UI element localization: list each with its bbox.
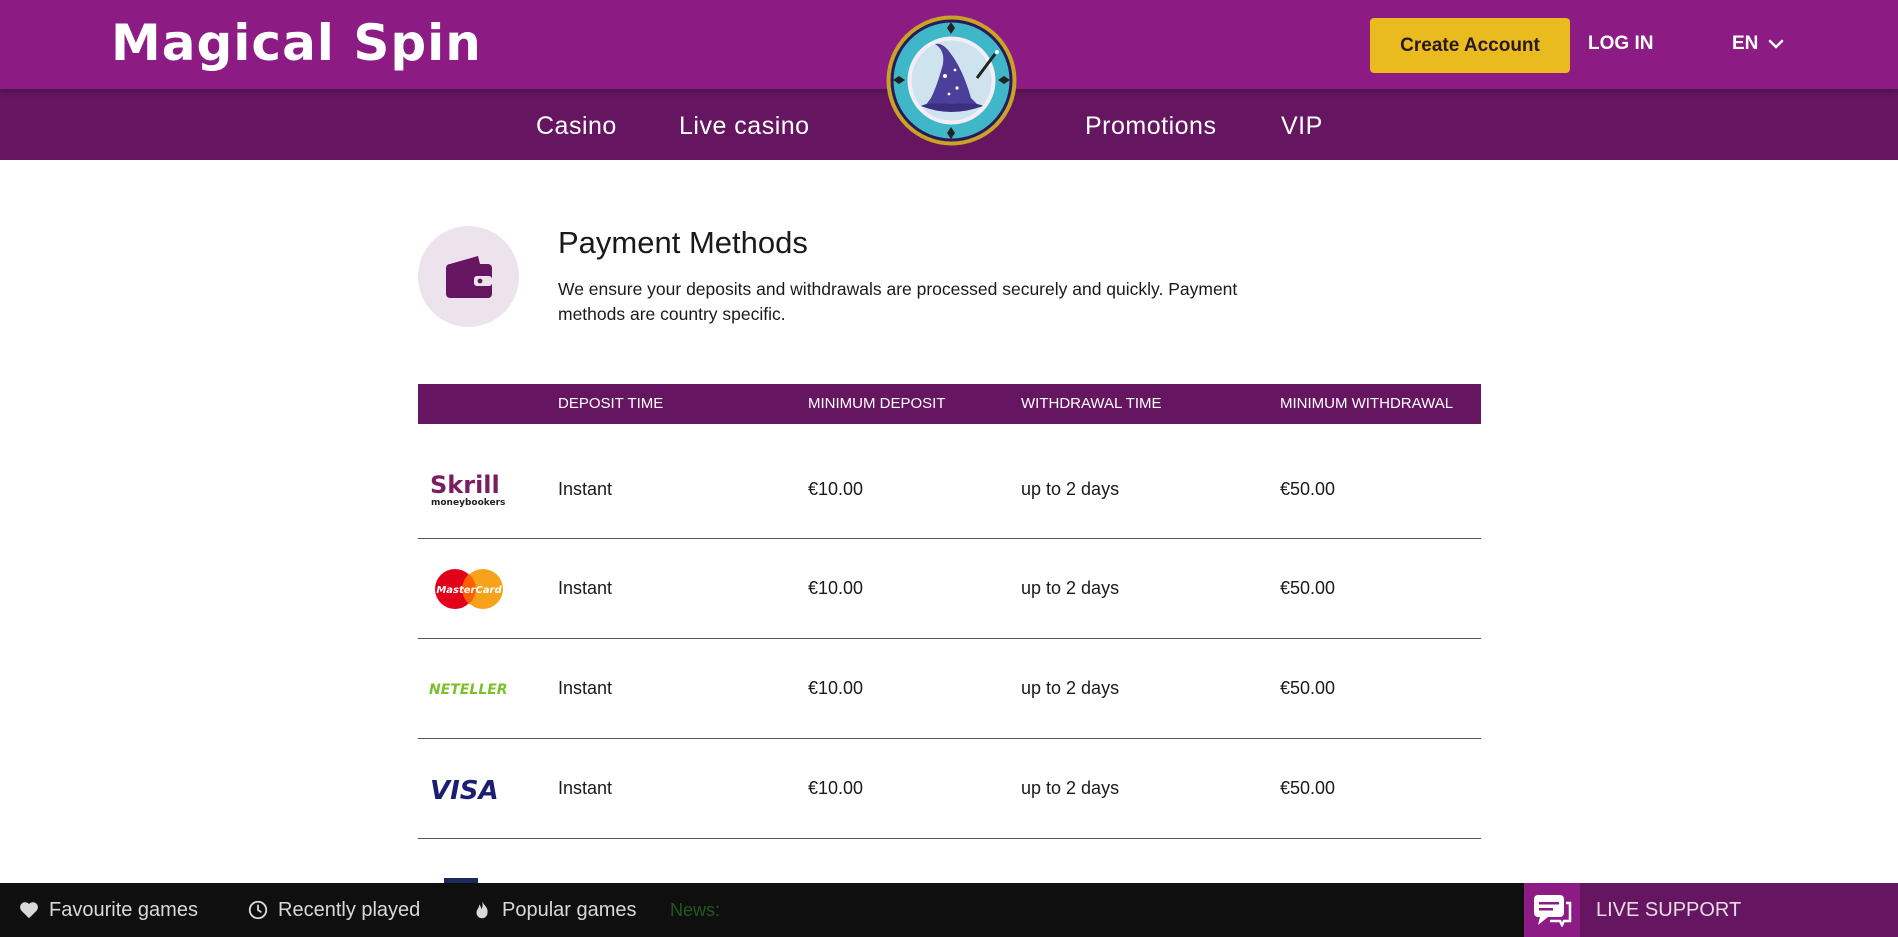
clock-icon	[248, 900, 268, 920]
withdrawal-time: up to 2 days	[1021, 678, 1120, 698]
chat-icon	[1524, 883, 1580, 937]
recently-played-label: Recently played	[278, 898, 421, 921]
neteller-logo: NETELLER	[426, 639, 512, 738]
heart-icon	[20, 902, 38, 919]
minimum-deposit: €10.00	[808, 778, 864, 798]
nav-promotions[interactable]: Promotions	[1085, 89, 1216, 160]
header-deposit-time: DEPOSIT TIME	[558, 395, 664, 412]
page-title: Payment Methods	[558, 225, 808, 260]
svg-text:moneybookers: moneybookers	[431, 498, 505, 508]
create-account-button[interactable]: Create Account	[1370, 18, 1570, 73]
header-minimum-deposit: MINIMUM DEPOSIT	[808, 395, 946, 412]
language-label: EN	[1732, 33, 1759, 54]
minimum-withdrawal: €50.00	[1280, 778, 1336, 798]
table-row: VISA Instant €10.00 up to 2 days €50.00	[418, 739, 1481, 839]
deposit-time: Instant	[558, 578, 613, 598]
deposit-time: Instant	[558, 778, 613, 798]
popular-games-label: Popular games	[502, 898, 637, 921]
favourite-games-label: Favourite games	[49, 898, 198, 921]
nav-casino[interactable]: Casino	[536, 89, 617, 160]
payment-methods-table: DEPOSIT TIME MINIMUM DEPOSIT WITHDRAWAL …	[418, 384, 1481, 839]
header-withdrawal-time: WITHDRAWAL TIME	[1021, 395, 1162, 412]
visa-logo: VISA	[426, 739, 512, 838]
brand-logo-text[interactable]: Magical Spin	[111, 13, 482, 73]
chevron-down-icon	[1769, 39, 1784, 49]
nav-vip[interactable]: VIP	[1281, 89, 1323, 160]
deposit-time: Instant	[558, 678, 613, 698]
login-button[interactable]: LOG IN	[1588, 28, 1653, 60]
deposit-time: Instant	[558, 479, 613, 499]
svg-text:MasterCard: MasterCard	[436, 585, 502, 596]
bottom-bar: Favourite games Recently played Popular …	[0, 883, 1898, 937]
table-row: Skrill moneybookers Instant €10.00 up to…	[418, 424, 1481, 539]
language-selector[interactable]: EN	[1732, 28, 1784, 60]
svg-text:VISA: VISA	[430, 776, 499, 804]
favourite-games-button[interactable]: Favourite games	[18, 883, 198, 937]
flame-icon	[476, 900, 488, 919]
withdrawal-time: up to 2 days	[1021, 778, 1120, 798]
withdrawal-time: up to 2 days	[1021, 578, 1120, 598]
minimum-withdrawal: €50.00	[1280, 578, 1336, 598]
wizard-hat-logo[interactable]	[885, 14, 1018, 147]
popular-games-button[interactable]: Popular games	[471, 883, 637, 937]
minimum-deposit: €10.00	[808, 678, 864, 698]
skrill-logo: Skrill moneybookers	[426, 424, 512, 554]
recently-played-button[interactable]: Recently played	[247, 883, 420, 937]
nav-live-casino[interactable]: Live casino	[679, 89, 810, 160]
live-support-button[interactable]: LIVE SUPPORT	[1524, 883, 1898, 937]
news-label: News:	[670, 900, 721, 920]
svg-text:NETELLER: NETELLER	[429, 682, 508, 698]
table-header: DEPOSIT TIME MINIMUM DEPOSIT WITHDRAWAL …	[418, 384, 1481, 424]
page-description: We ensure your deposits and withdrawals …	[558, 279, 1238, 324]
minimum-deposit: €10.00	[808, 578, 864, 598]
table-row: MasterCard Instant €10.00 up to 2 days €…	[418, 539, 1481, 639]
svg-text:Skrill: Skrill	[430, 471, 500, 499]
minimum-withdrawal: €50.00	[1280, 479, 1336, 499]
header-minimum-withdrawal: MINIMUM WITHDRAWAL	[1280, 395, 1454, 412]
wallet-icon-circle	[418, 226, 519, 327]
mastercard-logo: MasterCard	[426, 539, 512, 638]
withdrawal-time: up to 2 days	[1021, 479, 1120, 499]
partial-table-row	[418, 870, 1318, 884]
live-support-label: LIVE SUPPORT	[1596, 898, 1742, 921]
minimum-withdrawal: €50.00	[1280, 678, 1336, 698]
table-row: NETELLER Instant €10.00 up to 2 days €50…	[418, 639, 1481, 739]
wallet-icon	[445, 255, 492, 298]
minimum-deposit: €10.00	[808, 479, 864, 499]
